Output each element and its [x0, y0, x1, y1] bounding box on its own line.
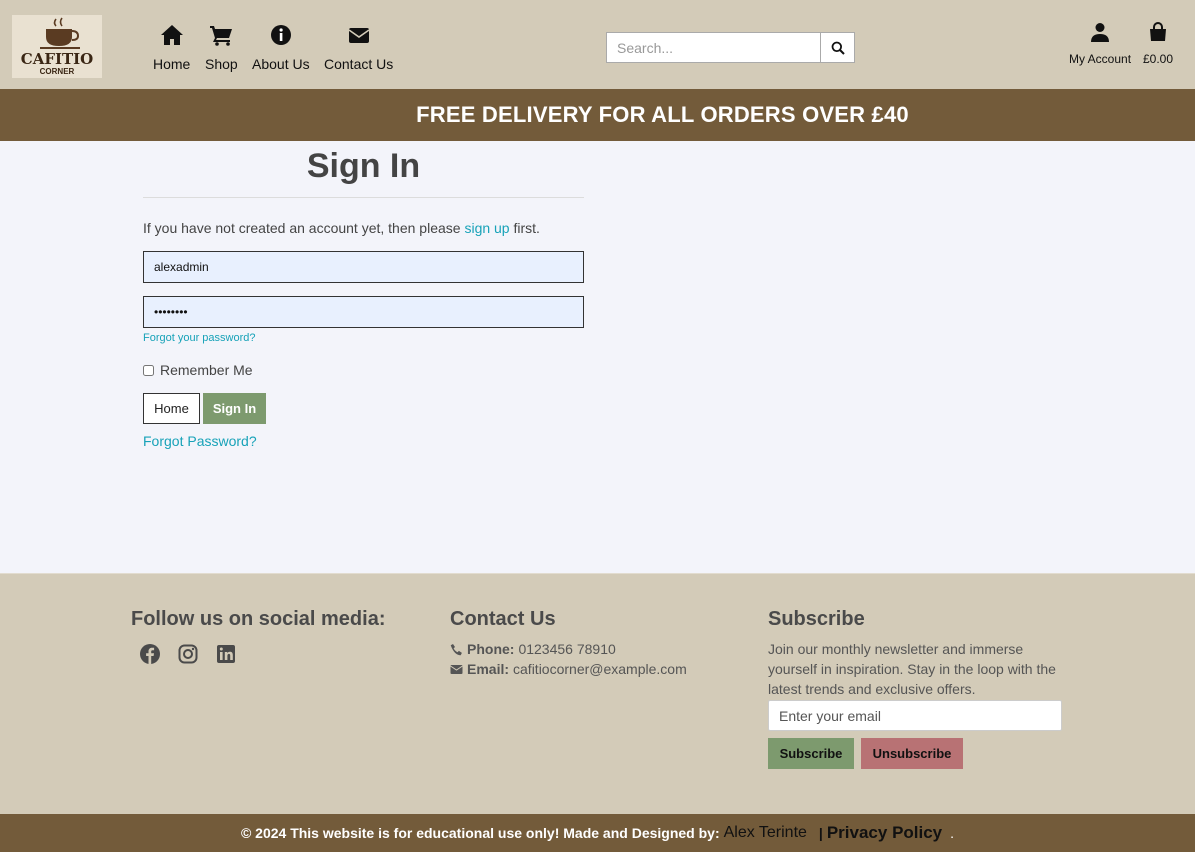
copyright-bar: © 2024 This website is for educational u… — [0, 814, 1195, 852]
trailing-period: . — [950, 825, 955, 841]
email-value: cafitiocorner@example.com — [513, 661, 687, 677]
envelope-icon — [450, 663, 467, 676]
search-icon — [831, 41, 845, 55]
search-button[interactable] — [820, 33, 854, 62]
signup-prompt-before: If you have not created an account yet, … — [143, 220, 465, 236]
site-header: CAFITIO CORNER Home Shop About Us Contac… — [0, 0, 1195, 89]
nav-shop-label: Shop — [205, 56, 238, 72]
nav-about-us[interactable]: About Us — [252, 24, 310, 72]
nav-home-label: Home — [153, 56, 191, 72]
shopping-bag-link[interactable]: £0.00 — [1143, 22, 1173, 66]
sign-in-button[interactable]: Sign In — [203, 393, 266, 424]
cafitio-corner-logo[interactable]: CAFITIO CORNER — [12, 15, 102, 78]
title-divider — [143, 197, 584, 198]
remember-me[interactable]: Remember Me — [143, 362, 253, 378]
user-icon — [1090, 22, 1110, 47]
search-form — [606, 32, 855, 63]
phone-label: Phone: — [467, 641, 515, 657]
envelope-icon — [347, 24, 371, 51]
remember-me-checkbox[interactable] — [143, 364, 154, 376]
signin-actions: Home Sign In — [143, 393, 266, 424]
contact-email: Email: cafitiocorner@example.com — [450, 661, 687, 677]
info-icon — [269, 24, 293, 51]
shopping-bag-icon — [1148, 22, 1168, 47]
subscribe-actions: Subscribe Unsubscribe — [768, 738, 1068, 769]
delivery-banner: FREE DELIVERY FOR ALL ORDERS OVER £40 — [0, 89, 1195, 141]
instagram-icon[interactable] — [177, 643, 199, 665]
contact-phone: Phone: 0123456 78910 — [450, 641, 687, 657]
my-account-label: My Account — [1069, 52, 1132, 66]
signin-panel: Sign In If you have not created an accou… — [143, 141, 584, 449]
delivery-banner-text: FREE DELIVERY FOR ALL ORDERS OVER £40 — [416, 102, 909, 127]
copyright-text: © 2024 This website is for educational u… — [240, 825, 720, 841]
site-footer: Follow us on social media: Contact Us Ph… — [0, 573, 1195, 814]
forgot-password-link-small[interactable]: Forgot your password? — [143, 332, 256, 344]
my-account-link[interactable]: My Account — [1069, 22, 1131, 66]
facebook-icon[interactable] — [139, 643, 161, 665]
unsubscribe-button[interactable]: Unsubscribe — [861, 738, 963, 769]
linkedin-icon[interactable] — [215, 643, 237, 665]
author-link[interactable]: Alex Terinte — [724, 824, 807, 842]
nav-about-label: About Us — [252, 56, 310, 72]
phone-value: 0123456 78910 — [518, 641, 616, 657]
bag-total: £0.00 — [1143, 52, 1174, 66]
footer-separator: | — [818, 825, 823, 841]
search-input[interactable] — [607, 33, 820, 62]
username-field[interactable] — [143, 251, 584, 283]
nav-contact-label: Contact Us — [324, 56, 394, 72]
logo-text-line1: CAFITIO — [21, 50, 94, 68]
home-button[interactable]: Home — [143, 393, 200, 424]
newsletter-email-input[interactable] — [768, 700, 1062, 731]
remember-me-label: Remember Me — [160, 362, 253, 378]
nav-home[interactable]: Home — [153, 24, 190, 72]
page-title: Sign In — [306, 147, 421, 185]
nav-shop[interactable]: Shop — [205, 24, 238, 72]
signup-link[interactable]: sign up — [464, 220, 509, 236]
password-field[interactable] — [143, 296, 584, 328]
footer-contact: Contact Us Phone: 0123456 78910 Email: c… — [450, 608, 687, 677]
nav-contact-us[interactable]: Contact Us — [324, 24, 393, 72]
social-heading: Follow us on social media: — [131, 608, 386, 630]
cart-icon — [209, 24, 233, 51]
home-icon — [160, 24, 184, 51]
forgot-password-link[interactable]: Forgot Password? — [143, 433, 257, 449]
footer-subscribe: Subscribe Join our monthly newsletter an… — [768, 608, 1068, 769]
signup-prompt: If you have not created an account yet, … — [143, 220, 584, 236]
email-label: Email: — [467, 661, 510, 677]
social-links — [139, 643, 385, 665]
contact-heading: Contact Us — [450, 608, 556, 630]
phone-icon — [450, 643, 467, 656]
privacy-policy-link[interactable]: Privacy Policy — [827, 823, 942, 843]
logo-text-line2: CORNER — [40, 67, 75, 76]
subscribe-button[interactable]: Subscribe — [768, 738, 854, 769]
signup-prompt-after: first. — [509, 220, 540, 236]
subscribe-heading: Subscribe — [768, 608, 865, 630]
footer-social: Follow us on social media: — [131, 608, 385, 665]
subscribe-description: Join our monthly newsletter and immerse … — [768, 641, 1056, 697]
